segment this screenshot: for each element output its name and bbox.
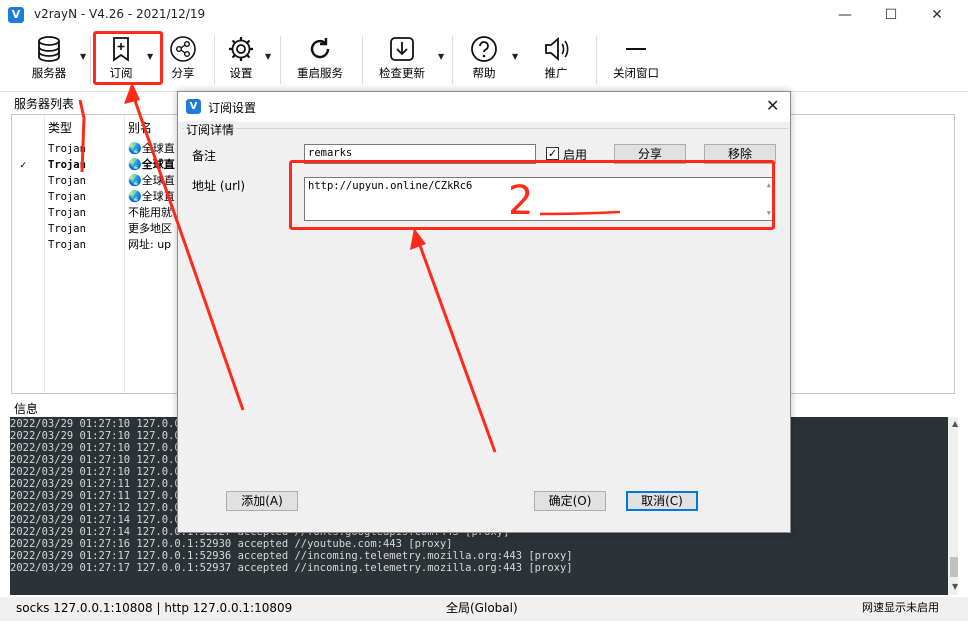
arrow-to-url <box>416 239 497 453</box>
annotation-bracket <box>78 99 86 173</box>
arrow-to-subscribe <box>130 91 245 411</box>
annotation-underline <box>539 210 621 216</box>
arrow-head-subscribe <box>124 82 140 104</box>
annotation-arrows <box>78 82 621 453</box>
arrow-head-url <box>410 228 426 250</box>
